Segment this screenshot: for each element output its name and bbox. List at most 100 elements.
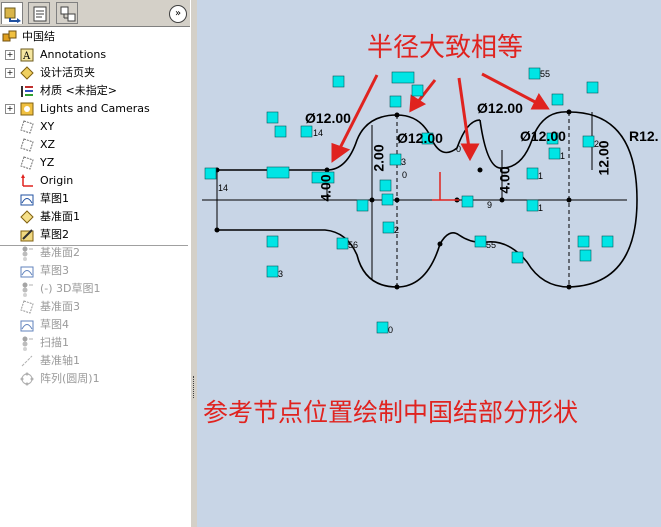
- annotation-bottom: 参考节点位置绘制中国结部分形状: [203, 398, 579, 427]
- lights-cameras-icon: [20, 102, 34, 116]
- tree-item[interactable]: 草图1: [0, 190, 190, 208]
- part-icon: [2, 30, 17, 42]
- dimension-label[interactable]: 4.00: [497, 166, 513, 193]
- pattern-icon: [20, 372, 34, 386]
- dimension-label[interactable]: Ø12.00: [520, 128, 566, 144]
- annotation-top: 半径大致相等: [367, 33, 524, 63]
- tree-item-label: Lights and Cameras: [40, 102, 150, 115]
- tree-item[interactable]: XZ: [0, 136, 190, 154]
- tree-item[interactable]: 基准面2: [0, 244, 190, 262]
- plane-icon: [20, 156, 34, 170]
- sketch-canvas: [202, 67, 638, 334]
- dimension-label[interactable]: Ø12.00: [397, 130, 443, 146]
- annotation-arrows: [331, 72, 550, 163]
- graphics-viewport[interactable]: 半径大致相等 参考节点位置绘制中国结部分形状 Ø12.00 Ø12.00 Ø12…: [197, 0, 661, 527]
- panel-tab-strip: »: [0, 0, 190, 27]
- relation-tag-number: 1: [538, 203, 544, 213]
- sketch-curve-lower-right: [439, 232, 570, 288]
- rollback-icon: [22, 336, 33, 351]
- tree-item[interactable]: 基准轴1: [0, 352, 190, 370]
- tree-item[interactable]: 扫描1: [0, 334, 190, 352]
- collapse-panel-button[interactable]: »: [169, 5, 187, 23]
- ref-plane-icon: [20, 210, 34, 224]
- dimension-label[interactable]: Ø12.00: [305, 110, 351, 126]
- plane-icon: [20, 138, 34, 152]
- tree-root[interactable]: 中国结: [0, 28, 190, 46]
- tree-item-label: 材质 <未指定>: [40, 84, 117, 97]
- relation-tag-number: 2: [594, 139, 600, 149]
- tree-item[interactable]: XY: [0, 118, 190, 136]
- feature-manager-icon: [4, 7, 21, 23]
- tree-item-label: 基准轴1: [40, 354, 80, 367]
- relation-tag-number: 14: [313, 128, 324, 138]
- sketch-edit-icon: [20, 229, 34, 242]
- expand-toggle-icon[interactable]: +: [5, 68, 15, 78]
- tree-item-label: 草图3: [40, 264, 69, 277]
- relation-tag-number: 0: [456, 144, 462, 154]
- tree-item[interactable]: 草图2: [0, 226, 190, 244]
- dimension-label[interactable]: Ø12.00: [477, 100, 523, 116]
- tree-item[interactable]: + A Annotations: [0, 46, 190, 64]
- expand-toggle-icon[interactable]: +: [5, 50, 15, 60]
- relation-tag-number: 14: [218, 183, 229, 193]
- origin-icon: [21, 174, 33, 187]
- rollback-icon: [22, 246, 33, 261]
- tree-item[interactable]: 草图4: [0, 316, 190, 334]
- plane-icon: [20, 120, 34, 134]
- svg-text:A: A: [22, 51, 31, 62]
- relation-tag-number: 55: [486, 240, 497, 250]
- sketch-curve-lower: [217, 229, 441, 288]
- feature-manager-panel: » 中国结 + A Annotations + 设计活页夹 材质 <未指定> + Lights…: [0, 0, 191, 527]
- tree-item-label: 设计活页夹: [40, 66, 95, 79]
- sketch-icon: [20, 320, 34, 332]
- axis-icon: [21, 355, 33, 367]
- tree-item[interactable]: 阵列(圆周)1: [0, 370, 190, 388]
- tree-item[interactable]: 基准面3: [0, 298, 190, 316]
- dimension-label[interactable]: 2.00: [371, 144, 387, 171]
- relation-tag-number: 3: [278, 269, 284, 279]
- tree-item[interactable]: (-) 3D草图1: [0, 280, 190, 298]
- tree-item[interactable]: YZ: [0, 154, 190, 172]
- tree-item-label: 基准面1: [40, 210, 80, 223]
- tree-item[interactable]: Origin: [0, 172, 190, 190]
- configuration-manager-tab[interactable]: [56, 2, 78, 24]
- dimension-label[interactable]: 4.00: [318, 174, 334, 201]
- relation-tag-number: 1: [560, 151, 566, 161]
- tree-item[interactable]: 材质 <未指定>: [0, 82, 190, 100]
- configuration-manager-icon: [60, 6, 76, 22]
- relation-tag-number: 1: [538, 171, 544, 181]
- tree-item-label: 阵列(圆周)1: [40, 372, 100, 385]
- sketch-icon: [20, 194, 34, 206]
- tree-item[interactable]: 基准面1: [0, 208, 190, 226]
- tree-item-label: XY: [40, 120, 55, 133]
- plane-icon: [20, 300, 34, 314]
- relation-tag-number: 56: [348, 240, 359, 250]
- tree-item-label: 基准面3: [40, 300, 80, 313]
- relation-tag-number: 9: [487, 200, 493, 210]
- feature-manager-tab[interactable]: [1, 2, 23, 24]
- design-binder-icon: [20, 66, 34, 80]
- tree-item-label: 草图4: [40, 318, 69, 331]
- relation-tag-number: 0: [388, 325, 394, 335]
- tree-item[interactable]: + Lights and Cameras: [0, 100, 190, 118]
- tree-item[interactable]: + 设计活页夹: [0, 64, 190, 82]
- tree-item-label: (-) 3D草图1: [40, 282, 101, 295]
- rollback-icon: [22, 282, 33, 297]
- origin-marker: [432, 172, 459, 201]
- tree-item-label: YZ: [40, 156, 55, 169]
- tree-item[interactable]: 草图3: [0, 262, 190, 280]
- property-manager-tab[interactable]: [28, 2, 50, 24]
- relation-tag-number: 2: [394, 225, 400, 235]
- relation-tag-number: 0: [402, 170, 408, 180]
- tree-root-label: 中国结: [22, 30, 55, 43]
- sketch-icon: [20, 266, 34, 278]
- property-manager-icon: [33, 6, 47, 22]
- relation-tag-number: 55: [540, 69, 551, 79]
- tree-item-label: 草图1: [40, 192, 69, 205]
- tree-item-label: 基准面2: [40, 246, 80, 259]
- tree-item-label: 扫描1: [40, 336, 69, 349]
- dimension-label[interactable]: R12.: [629, 128, 659, 144]
- expand-toggle-icon[interactable]: +: [5, 104, 15, 114]
- rollback-divider: [0, 245, 188, 246]
- feature-tree: 中国结 + A Annotations + 设计活页夹 材质 <未指定> + Lights a…: [0, 28, 190, 388]
